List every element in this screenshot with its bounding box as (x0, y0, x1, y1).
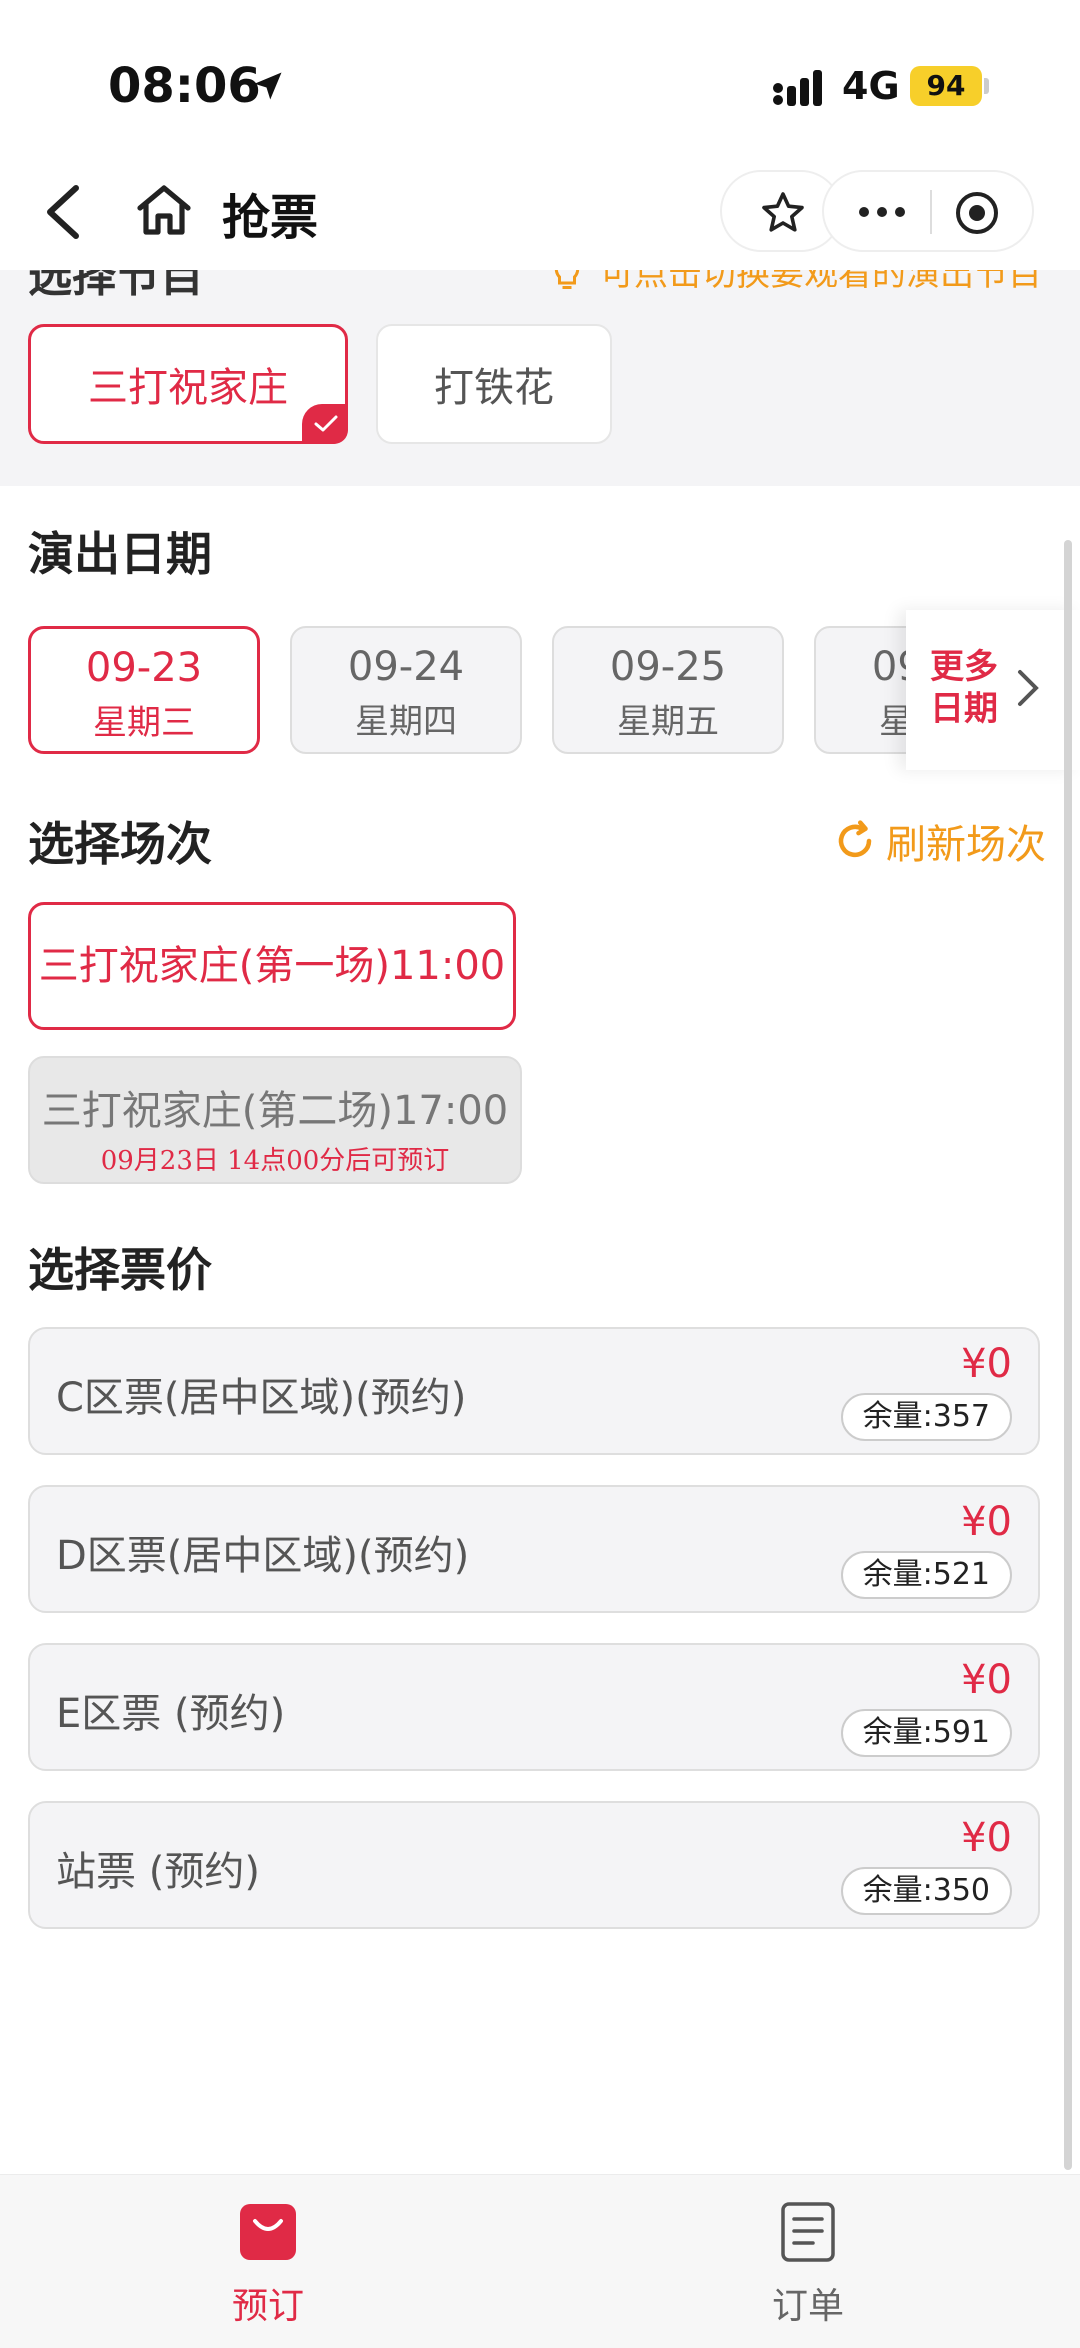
date-weekday: 星期三 (93, 703, 195, 743)
star-icon (762, 192, 804, 232)
session-section-title: 选择场次 (28, 817, 212, 871)
refresh-sessions-button[interactable]: 刷新场次 (834, 812, 1046, 870)
tab-bar: 预订 订单 (0, 2174, 1080, 2348)
lightbulb-icon (554, 270, 580, 289)
program-section: 选择节目 可点击切换要观看的演出节目 三打祝家庄 打铁花 (0, 270, 1080, 486)
program-heading: 选择节目 (28, 270, 204, 302)
session-option-disabled[interactable]: 三打祝家庄(第二场)17:00 09月23日 14点00分后可预订 (28, 1056, 522, 1184)
home-icon[interactable] (134, 180, 194, 240)
date-weekday: 星期五 (617, 702, 719, 742)
date-weekday: 星期四 (355, 702, 457, 742)
program-option-label: 打铁花 (434, 365, 554, 411)
session-label: 三打祝家庄(第一场)11:00 (38, 943, 506, 989)
capsule-divider (930, 190, 932, 234)
ticket-price-option[interactable]: C区票(居中区域)(预约) ¥0 余量:357 (28, 1327, 1040, 1455)
more-dates-button[interactable]: 更多日期 (906, 610, 1080, 770)
program-option-label: 三打祝家庄 (88, 365, 288, 411)
ticket-name: E区票 (预约) (56, 1691, 286, 1737)
back-icon[interactable] (40, 182, 84, 242)
ticket-stock-badge: 余量:357 (840, 1393, 1012, 1441)
status-bar: 08:06 4G 94 (0, 0, 1080, 150)
refresh-icon (838, 820, 872, 858)
ticket-name: C区票(居中区域)(预约) (56, 1375, 467, 1421)
ticket-stock-badge: 余量:591 (840, 1709, 1012, 1757)
tab-orders[interactable]: 订单 (708, 2201, 908, 2331)
check-icon (314, 415, 338, 432)
ticket-price: ¥0 (961, 1815, 1012, 1861)
scrollbar[interactable] (1064, 540, 1072, 2170)
document-icon (781, 2202, 835, 2262)
battery-cap (984, 78, 989, 94)
ticket-stock-badge: 余量:521 (840, 1551, 1012, 1599)
program-option-selected[interactable]: 三打祝家庄 (28, 324, 348, 444)
ticket-price-option[interactable]: 站票 (预约) ¥0 余量:350 (28, 1801, 1040, 1929)
ticket-name: 站票 (预约) (56, 1849, 260, 1895)
signal-icon (773, 70, 822, 106)
date-section-title: 演出日期 (28, 527, 212, 581)
mini-program-capsule (822, 170, 1034, 252)
ticket-price: ¥0 (961, 1499, 1012, 1545)
date-option-selected[interactable]: 09-23 星期三 (28, 626, 260, 754)
battery-level: 94 (910, 66, 982, 106)
close-mini-program-icon[interactable] (954, 190, 1000, 236)
location-arrow-icon (254, 72, 282, 100)
page-title: 抢票 (222, 190, 319, 246)
more-icon[interactable] (854, 192, 910, 232)
tab-booking[interactable]: 预订 (168, 2201, 368, 2331)
ticket-price-option[interactable]: D区票(居中区域)(预约) ¥0 余量:521 (28, 1485, 1040, 1613)
refresh-label: 刷新场次 (886, 822, 1046, 868)
session-option-selected[interactable]: 三打祝家庄(第一场)11:00 (28, 902, 516, 1030)
program-option[interactable]: 打铁花 (376, 324, 612, 444)
status-time: 08:06 (108, 58, 261, 114)
chevron-right-icon (1018, 670, 1039, 706)
tab-label: 订单 (771, 2286, 844, 2327)
more-dates-label: 更多日期 (930, 647, 998, 729)
program-hint: 可点击切换要观看的演出节目 (600, 270, 1042, 294)
date-value: 09-24 (347, 644, 465, 690)
selected-check-badge (302, 404, 348, 444)
ticket-price: ¥0 (961, 1341, 1012, 1387)
price-section-title: 选择票价 (28, 1243, 212, 1297)
ticket-name: D区票(居中区域)(预约) (56, 1533, 470, 1579)
date-value: 09-25 (609, 644, 727, 690)
session-booking-note: 09月23日 14点00分后可预订 (100, 1146, 450, 1176)
ticket-price: ¥0 (961, 1657, 1012, 1703)
ticket-stock-badge: 余量:350 (840, 1867, 1012, 1915)
tab-label: 预订 (231, 2286, 304, 2327)
shopping-bag-icon (240, 2204, 296, 2260)
network-type: 4G (842, 64, 900, 108)
date-option[interactable]: 09-25 星期五 (552, 626, 784, 754)
nav-bar: 抢票 (0, 150, 1080, 270)
session-label: 三打祝家庄(第二场)17:00 (41, 1088, 509, 1134)
date-option[interactable]: 09-24 星期四 (290, 626, 522, 754)
ticket-price-option[interactable]: E区票 (预约) ¥0 余量:591 (28, 1643, 1040, 1771)
date-value: 09-23 (85, 645, 203, 691)
